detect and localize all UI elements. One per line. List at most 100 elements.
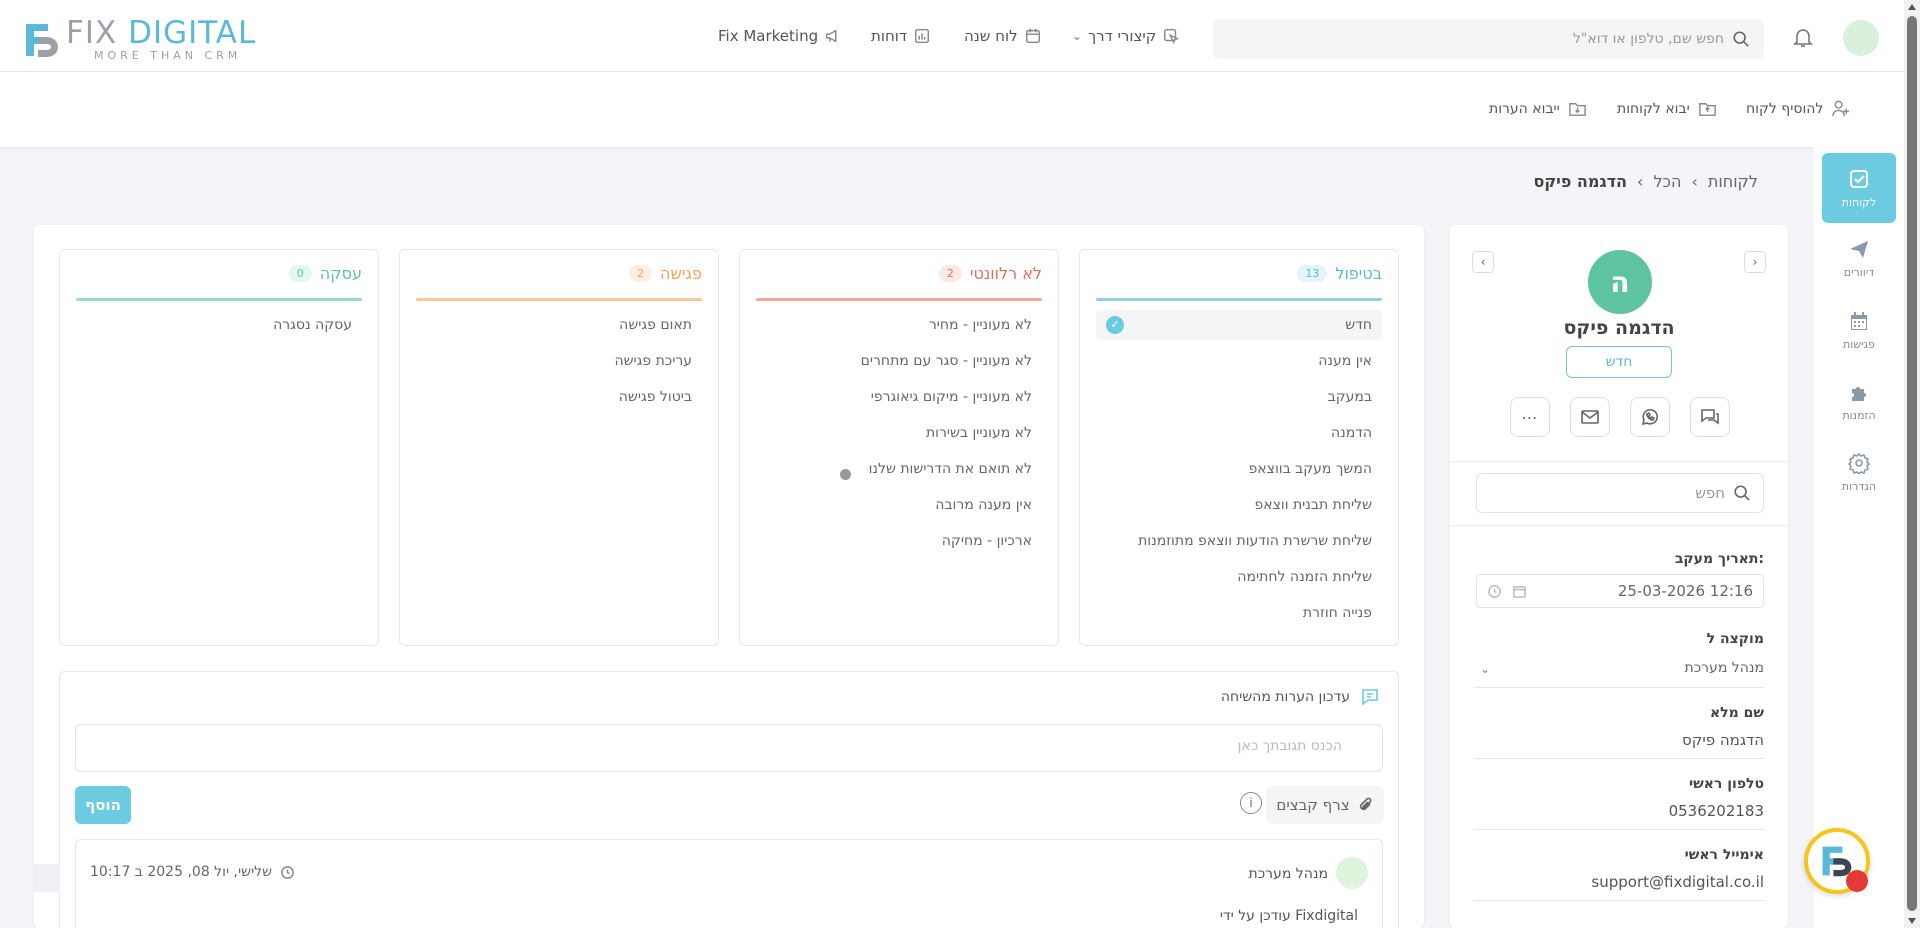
note-textarea[interactable]: הכנס תגובתך כאן <box>75 724 1383 772</box>
clock-icon[interactable] <box>1487 584 1502 599</box>
fullname-value[interactable]: הדגמה פיקס <box>1682 731 1764 749</box>
logo-mark-icon <box>26 23 58 57</box>
pipeline-option[interactable]: תאום פגישה <box>619 317 692 333</box>
rail-item-orders-label: הזמנות <box>1842 408 1876 422</box>
attach-files-label: צרף קבצים <box>1276 796 1350 814</box>
chat-icon <box>1701 409 1719 425</box>
column-underline <box>1096 298 1382 301</box>
email-value[interactable]: support@fixdigital.co.il <box>1591 873 1764 891</box>
import-folder-icon <box>1569 103 1586 116</box>
breadcrumb-root[interactable]: לקוחות <box>1708 172 1758 191</box>
rail-item-meetings[interactable]: פגישות <box>1822 295 1896 365</box>
assigned-label: מוקצה ל <box>1706 631 1764 647</box>
chevron-down-icon[interactable]: ⌄ <box>1480 662 1490 676</box>
rail-item-mailings[interactable]: דיוורים <box>1822 223 1896 293</box>
pipeline-option[interactable]: במעקב <box>1328 389 1372 405</box>
import-notes-button[interactable]: ייבוא הערות <box>1489 99 1587 118</box>
breadcrumb-separator: › <box>1637 172 1644 191</box>
contact-search-input[interactable]: חפש <box>1476 473 1764 513</box>
breadcrumb: לקוחות › הכל › הדגמה פיקס <box>1533 172 1758 191</box>
whatsapp-button[interactable] <box>1630 397 1670 437</box>
column-count-badge: 0 <box>288 265 312 282</box>
chevron-down-icon: ⌄ <box>1072 29 1083 43</box>
pipeline-option[interactable]: אין מענה <box>1318 353 1372 369</box>
calendar-icon <box>1851 311 1867 330</box>
nav-shortcuts-label: קיצורי דרך <box>1088 27 1157 45</box>
rail-item-settings[interactable]: הגדרות <box>1822 437 1896 507</box>
pipeline-option[interactable]: עריכת פגישה <box>614 353 692 369</box>
more-icon: ⋯ <box>1521 407 1539 427</box>
scroll-thumb[interactable] <box>1907 16 1917 911</box>
field-underline <box>1474 829 1764 830</box>
chevron-right-icon[interactable]: › <box>1744 251 1766 273</box>
chat-button[interactable] <box>1690 397 1730 437</box>
nav-reports[interactable]: דוחות <box>871 0 931 72</box>
pipeline-option[interactable]: לא תואם את הדרישות שלנו <box>869 461 1032 477</box>
pipeline-option[interactable]: שליחת תבנית ווצאפ <box>1254 497 1372 513</box>
rail-item-customers[interactable]: לקוחות <box>1822 153 1896 223</box>
clock-icon <box>281 865 294 879</box>
search-icon <box>1734 485 1750 501</box>
pipeline-option[interactable]: הדמנה <box>1331 425 1372 441</box>
calendar-icon[interactable] <box>1512 584 1527 599</box>
pipeline-option-label: חדש <box>1345 317 1372 333</box>
breadcrumb-separator: › <box>1691 172 1698 191</box>
pipeline-column-not-relevant: לא רלוונטי 2 לא מעוניין - מחיר לא מעוניי… <box>739 249 1059 646</box>
pipeline-option[interactable]: שליחת הזמנה לחתימה <box>1237 569 1372 585</box>
pipeline-option[interactable]: פנייה חוזרת <box>1303 605 1372 621</box>
rail-item-orders[interactable]: הזמנות <box>1822 366 1896 436</box>
scroll-down-arrow[interactable] <box>1908 918 1916 924</box>
pipeline-option[interactable]: לא מעוניין - מיקום גיאוגרפי <box>871 389 1032 405</box>
page-scrollbar[interactable] <box>1904 0 1920 928</box>
rail-item-customers-label: לקוחות <box>1841 195 1877 209</box>
pipeline-option[interactable]: לא מעוניין - מחיר <box>929 317 1032 333</box>
chat-widget-button[interactable] <box>1804 828 1870 894</box>
chevron-left-icon[interactable]: ‹ <box>1472 251 1494 273</box>
column-title: בטיפול <box>1335 264 1382 283</box>
pipeline-option[interactable]: שליחת שרשרת הודעות ווצאפ מתוזמנות <box>1138 533 1372 549</box>
info-icon[interactable]: i <box>1240 792 1262 814</box>
add-customer-button[interactable]: להוסיף לקוח <box>1746 99 1850 118</box>
add-note-button[interactable]: הוסף <box>75 786 131 824</box>
pipeline-option[interactable]: ארכיון - מחיקה <box>942 533 1032 549</box>
calendar-icon <box>1025 28 1040 44</box>
pipeline-option[interactable]: ביטול פגישה <box>619 389 692 405</box>
followup-date-input[interactable]: 25-03-2026 12:16 <box>1476 574 1764 608</box>
followup-label: תאריך מעקב: <box>1674 551 1764 567</box>
pipeline-option[interactable]: אין מענה מרובה <box>935 497 1032 513</box>
import-customers-button[interactable]: יבוא לקוחות <box>1617 99 1717 118</box>
contact-status-button[interactable]: חדש <box>1566 346 1672 378</box>
breadcrumb-mid[interactable]: הכל <box>1653 172 1681 191</box>
pipeline-option[interactable]: לא מעוניין בשירות <box>926 425 1032 441</box>
pipeline-option[interactable]: לא מעוניין - סגר עם מתחרים <box>861 353 1032 369</box>
nav-fix-marketing[interactable]: Fix Marketing <box>718 0 842 72</box>
email-button[interactable] <box>1570 397 1610 437</box>
attach-files-button[interactable]: צרף קבצים <box>1266 786 1384 824</box>
gear-icon <box>1848 452 1870 474</box>
user-avatar[interactable] <box>1843 20 1879 56</box>
more-button[interactable]: ⋯ <box>1510 397 1550 437</box>
bell-icon[interactable] <box>1792 26 1814 48</box>
nav-calendar[interactable]: לוח שנה <box>964 0 1042 72</box>
checkbox-icon <box>1850 169 1868 188</box>
top-bar: FIX DIGITAL MORE THAN CRM Fix Marketing … <box>0 0 1904 72</box>
pipeline-option[interactable]: המשך מעקב בווצאפ <box>1249 461 1372 477</box>
followup-date-value: 25-03-2026 12:16 <box>1617 582 1753 600</box>
column-underline <box>756 298 1042 301</box>
global-search-input[interactable]: חפש שם, טלפון או דוא"ל <box>1213 19 1764 59</box>
phone-value[interactable]: 0536202183 <box>1669 802 1764 820</box>
pipeline-option-selected[interactable]: חדש ✓ <box>1096 310 1382 340</box>
note-entry: מנהל מערכת שלישי, יול 08, 2025 ב 10:17 ע… <box>75 839 1383 928</box>
collapsed-panel-handle[interactable] <box>34 864 60 892</box>
column-count-badge: 2 <box>629 265 653 282</box>
scroll-up-arrow[interactable] <box>1908 4 1916 10</box>
nav-shortcuts[interactable]: ⌄ קיצורי דרך <box>1072 0 1180 72</box>
check-icon: ✓ <box>1106 316 1124 334</box>
pipeline-option[interactable]: עסקה נסגרה <box>273 317 352 333</box>
status-dot <box>840 469 851 480</box>
logo[interactable]: FIX DIGITAL MORE THAN CRM <box>22 18 256 61</box>
contact-name: הדגמה פיקס <box>1563 317 1675 339</box>
assigned-select-value[interactable]: מנהל מערכת <box>1685 660 1764 676</box>
logo-tagline: MORE THAN CRM <box>94 49 242 62</box>
rail-item-mailings-label: דיוורים <box>1843 265 1875 279</box>
